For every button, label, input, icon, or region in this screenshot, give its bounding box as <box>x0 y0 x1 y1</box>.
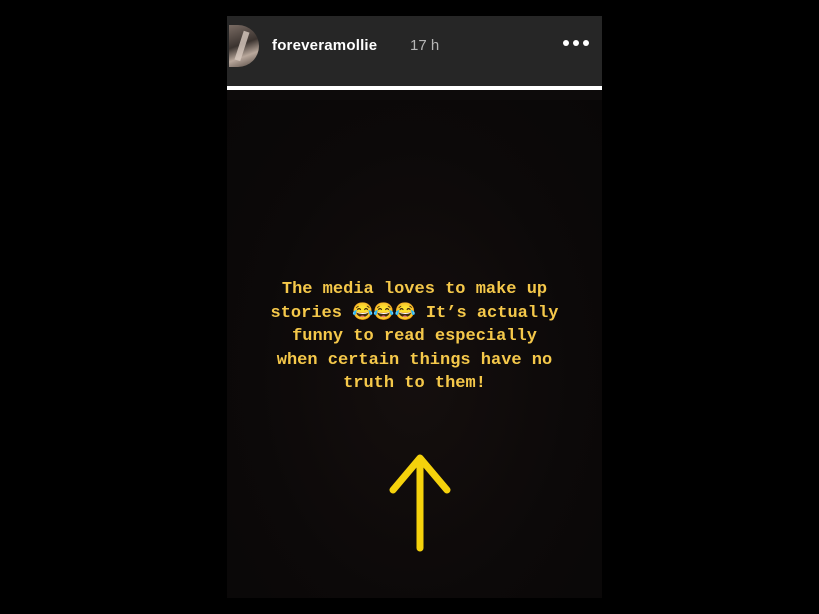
arrow-up-icon <box>389 454 451 552</box>
story-content[interactable]: The media loves to make up stories 😂😂😂 I… <box>227 100 602 598</box>
post-timestamp: 17 h <box>410 37 440 54</box>
story-viewer[interactable]: foreveramollie 17 h The media loves to m… <box>227 16 602 598</box>
story-progress-fill <box>227 86 602 90</box>
username[interactable]: foreveramollie <box>272 37 377 54</box>
story-caption: The media loves to make up stories 😂😂😂 I… <box>270 280 559 393</box>
story-header: foreveramollie 17 h <box>227 16 602 90</box>
more-horizontal-icon[interactable] <box>560 34 592 52</box>
profile-avatar[interactable] <box>229 25 259 67</box>
story-progress-bar <box>227 86 602 90</box>
